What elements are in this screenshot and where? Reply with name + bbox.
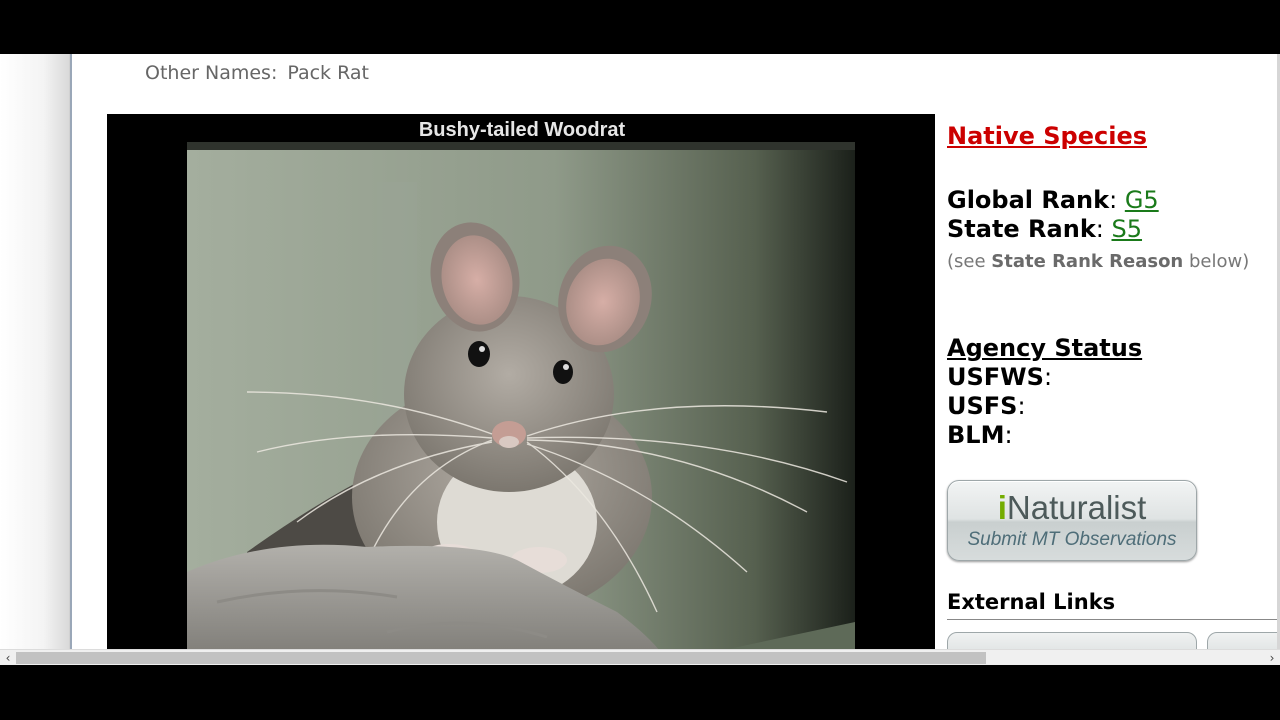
scroll-right-arrow-icon[interactable]: ›: [1264, 650, 1280, 665]
rank-note-prefix: (see: [947, 251, 992, 272]
agency-row-usfws: USFWS:: [947, 363, 1053, 391]
state-rank-label: State Rank: [947, 215, 1096, 243]
agency-status-heading: Agency Status: [947, 334, 1143, 362]
external-links-divider: [947, 619, 1280, 620]
agency-row-usfs: USFS:: [947, 392, 1026, 420]
native-species-link[interactable]: Native Species: [947, 122, 1147, 150]
other-names: Other Names: Pack Rat: [145, 62, 369, 84]
browser-viewport: Other Names: Pack Rat Bushy-tailed Woodra…: [0, 54, 1280, 665]
page-left-gutter: [0, 54, 72, 649]
woodrat-photo: [187, 142, 855, 654]
inaturalist-logo-text: Naturalist: [1006, 489, 1147, 526]
state-rank-link[interactable]: S5: [1112, 215, 1143, 243]
rank-note-bold: State Rank Reason: [991, 251, 1184, 272]
other-names-value: Pack Rat: [287, 62, 369, 84]
agency-usfs-label: USFS: [947, 392, 1018, 420]
other-names-label: Other Names:: [145, 62, 278, 84]
agency-usfws-label: USFWS: [947, 363, 1044, 391]
global-rank-label: Global Rank: [947, 186, 1110, 214]
page-border: [70, 54, 72, 649]
horizontal-scrollbar-thumb[interactable]: [16, 652, 986, 664]
inaturalist-submit-button[interactable]: iNaturalist Submit MT Observations: [947, 480, 1197, 561]
state-rank-row: State Rank: S5: [947, 215, 1143, 243]
global-rank-link[interactable]: G5: [1125, 186, 1159, 214]
state-rank-note: (see State Rank Reason below): [947, 251, 1249, 272]
inaturalist-logo-i: i: [997, 489, 1007, 526]
inaturalist-subtitle: Submit MT Observations: [967, 529, 1177, 550]
photo-title: Bushy-tailed Woodrat: [418, 119, 626, 141]
global-rank-row: Global Rank: G5: [947, 186, 1159, 214]
rank-note-suffix: below): [1183, 251, 1250, 272]
external-links-heading: External Links: [947, 590, 1116, 614]
species-photo-frame: Bushy-tailed Woodrat: [107, 114, 935, 654]
inaturalist-logo: iNaturalist: [948, 489, 1196, 527]
species-sidebar: Native Species Global Rank: G5 State Ran…: [947, 54, 1280, 665]
horizontal-scrollbar[interactable]: ‹ ›: [0, 649, 1280, 665]
scroll-left-arrow-icon[interactable]: ‹: [0, 650, 16, 665]
agency-row-blm: BLM:: [947, 421, 1013, 449]
agency-blm-label: BLM: [947, 421, 1005, 449]
